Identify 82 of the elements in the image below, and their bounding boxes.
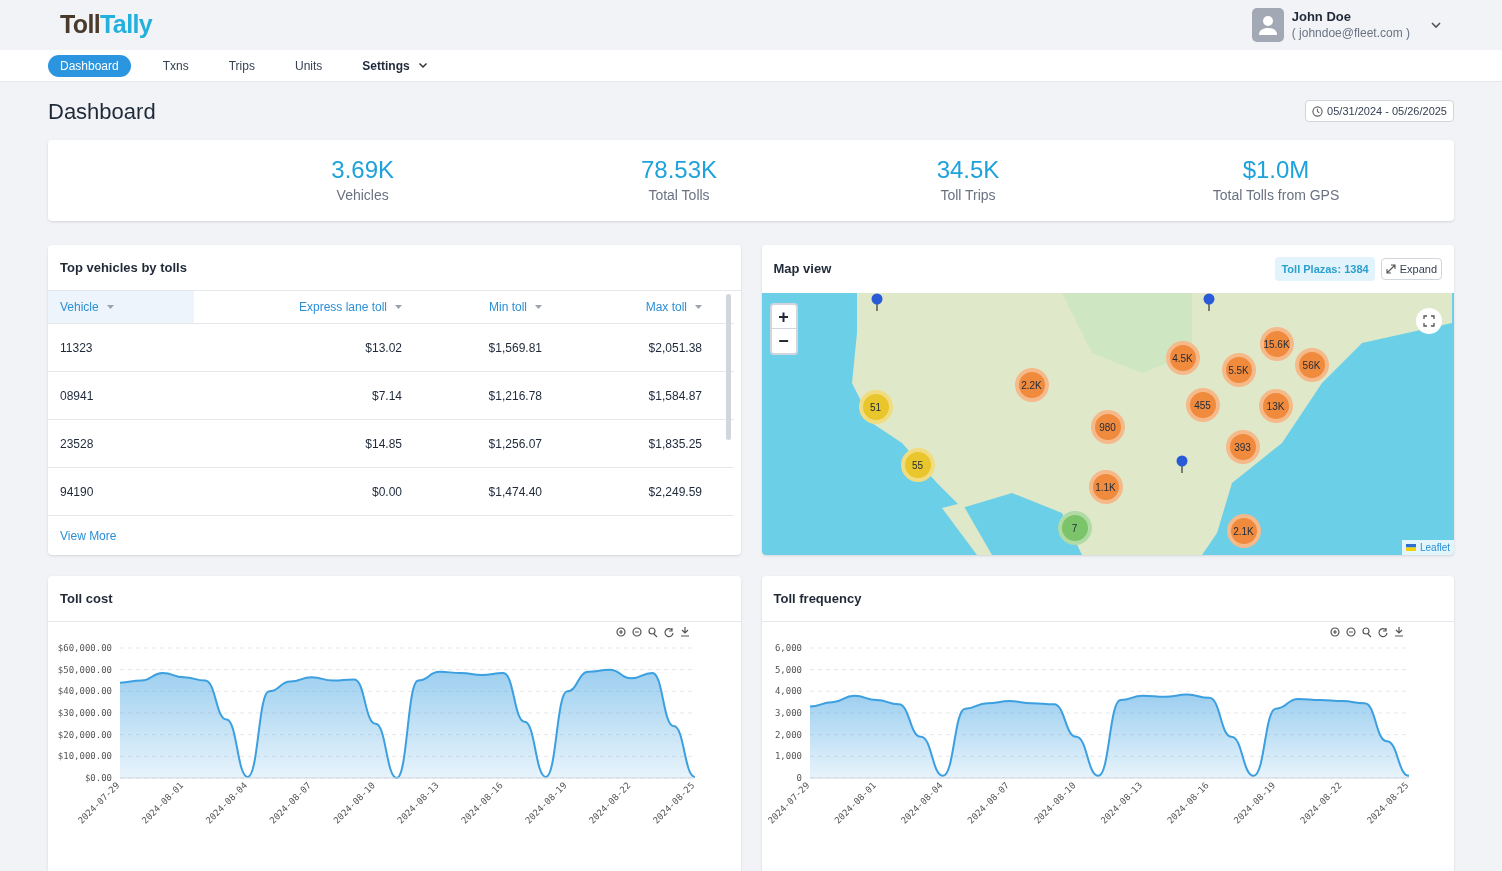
card-title: Map view <box>773 260 832 279</box>
user-email: ( johndoe@fleet.com ) <box>1291 25 1410 41</box>
table-cell-text: 23528 <box>59 435 95 453</box>
y-tick-label: 2,000 <box>774 729 802 740</box>
column-header[interactable]: Express lane toll <box>194 291 414 323</box>
table-cell-text: $14.85 <box>364 435 403 453</box>
toll-plazas-badge: Toll Plazas: 1384 <box>1275 256 1375 282</box>
y-tick-label: $50,000.00 <box>57 664 112 675</box>
table-cell-text: $1,569.81 <box>487 339 543 357</box>
column-header[interactable]: Min toll <box>414 291 554 323</box>
sort-caret-icon <box>395 305 402 309</box>
stat-value: 3.69K <box>331 155 394 185</box>
y-tick-label: 4,000 <box>774 686 802 697</box>
y-tick-label: 6,000 <box>774 643 802 653</box>
flag-icon <box>1405 544 1416 551</box>
table-cell-text: $1,835.25 <box>647 435 703 453</box>
y-tick-label: 0 <box>796 773 802 783</box>
column-header[interactable]: Vehicle <box>48 291 194 323</box>
table-cell-text: 94190 <box>59 483 95 501</box>
table-cell-text: $7.14 <box>370 387 403 405</box>
y-tick-label: $10,000.00 <box>57 751 112 762</box>
y-tick-label: 1,000 <box>774 751 802 762</box>
stat-label: Vehicles <box>336 186 389 205</box>
table-cell-text: $13.02 <box>364 339 403 357</box>
map-pin-icon[interactable] <box>1175 455 1188 473</box>
cluster-marker[interactable]: 7 <box>1057 511 1092 545</box>
y-tick-label: $40,000.00 <box>57 686 112 697</box>
y-tick-label: 5,000 <box>774 664 802 675</box>
zoom-in-button[interactable]: + <box>771 305 796 329</box>
table-cell-text: 11323 <box>59 339 94 357</box>
y-tick-label: $20,000.00 <box>57 729 112 740</box>
stat-value: 34.5K <box>936 155 1000 185</box>
cluster-marker[interactable]: 55 <box>900 448 935 482</box>
y-tick-label: $60,000.00 <box>57 643 112 653</box>
fullscreen-icon <box>1423 315 1435 327</box>
nav-tab[interactable]: Settings <box>350 54 440 77</box>
chevron-down-icon <box>417 62 428 69</box>
scrollbar[interactable] <box>725 294 731 440</box>
table-cell-text: $2,249.59 <box>647 483 703 501</box>
avatar-icon <box>1251 8 1284 42</box>
logo-wordmark: Toll <box>60 9 101 41</box>
chart-toolbar[interactable] <box>616 626 690 638</box>
y-tick-label: 3,000 <box>774 708 802 718</box>
y-tick-label: $0.00 <box>84 773 112 783</box>
y-tick-label: $30,000.00 <box>57 708 112 718</box>
table-cell-text: $0.00 <box>370 483 403 501</box>
chevron-down-icon[interactable] <box>1430 21 1442 29</box>
page-title: Dashboard <box>48 97 156 126</box>
clock-icon <box>1312 105 1324 117</box>
card-title: Toll cost <box>60 589 113 608</box>
card-title: Top vehicles by tolls <box>60 258 187 277</box>
stat-label: Toll Trips <box>940 186 996 205</box>
expand-icon <box>1385 264 1396 274</box>
map-pin-icon[interactable] <box>870 293 883 311</box>
table-cell-text: $1,216.78 <box>487 387 543 405</box>
cluster-marker[interactable]: 2.1K <box>1226 514 1261 548</box>
card-title: Toll frequency <box>773 589 862 608</box>
table-cell-text: $1,256.07 <box>487 435 543 453</box>
zoom-out-button[interactable]: − <box>771 329 796 353</box>
logo-wordmark: Tally <box>100 9 153 41</box>
stat-label: Total Tolls <box>648 186 710 205</box>
sort-caret-icon <box>106 305 114 309</box>
view-more-link[interactable]: View More <box>60 529 117 543</box>
table-cell-text: 08941 <box>59 387 95 405</box>
nav-tab[interactable]: Trips <box>216 54 267 77</box>
nav-tab[interactable]: Dashboard <box>48 54 131 77</box>
table-cell-text: $2,051.38 <box>647 339 703 357</box>
date-range-button[interactable]: 05/31/2024 - 05/26/2025 <box>1305 99 1454 123</box>
expand-button[interactable]: Expand <box>1380 257 1442 281</box>
nav-tab[interactable]: Units <box>282 54 335 77</box>
chart-toolbar[interactable] <box>1329 626 1404 638</box>
table-cell-text: $1,474.40 <box>487 483 543 501</box>
sort-caret-icon <box>695 305 702 309</box>
sort-caret-icon <box>535 305 542 309</box>
nav-tab[interactable]: Txns <box>150 54 201 77</box>
column-header[interactable]: Max toll <box>554 291 714 323</box>
map-pin-icon[interactable] <box>1202 293 1215 311</box>
stat-label: Total Tolls from GPS <box>1212 186 1340 205</box>
stat-value: $1.0M <box>1242 155 1310 185</box>
user-name: John Doe <box>1291 9 1352 26</box>
stat-value: 78.53K <box>640 155 718 185</box>
table-cell-text: $1,584.87 <box>647 387 703 405</box>
